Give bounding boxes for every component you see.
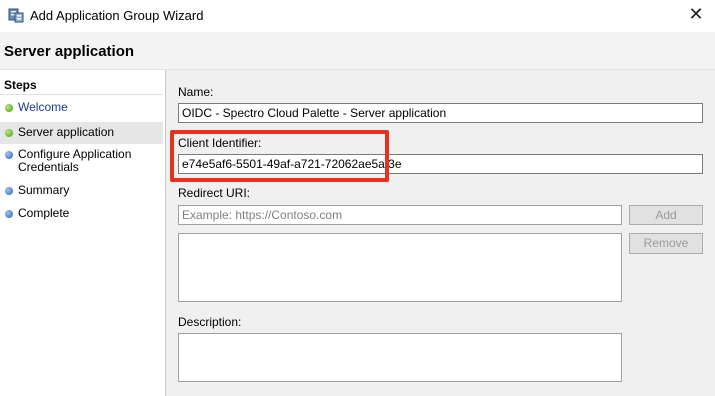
add-button[interactable]: Add (629, 205, 703, 225)
steps-title: Steps (4, 78, 37, 92)
step-complete: Complete (0, 207, 163, 223)
form-panel: Name: OIDC - Spectro Cloud Palette - Ser… (166, 70, 715, 396)
window-title: Add Application Group Wizard (30, 8, 204, 23)
step-pending-icon (5, 187, 13, 195)
step-welcome[interactable]: Welcome (0, 101, 163, 117)
step-pending-icon (5, 151, 13, 159)
close-icon: ✕ (688, 4, 704, 25)
steps-divider (0, 94, 163, 95)
step-label: Complete (18, 206, 70, 220)
redirect-uri-input[interactable]: Example: https://Contoso.com (178, 205, 622, 225)
step-server-application[interactable]: Server application (0, 122, 163, 144)
step-pending-icon (5, 210, 13, 218)
description-field[interactable] (178, 333, 622, 382)
application-group-icon (8, 8, 24, 23)
name-label: Name: (178, 85, 214, 99)
redirect-uri-list[interactable] (178, 233, 622, 302)
step-configure-application-credentials: Configure Application Credentials (0, 148, 163, 176)
step-label-line2: Credentials (18, 160, 79, 174)
page-title: Server application (4, 43, 135, 60)
title-bar: Add Application Group Wizard ✕ (0, 0, 715, 32)
close-button[interactable]: ✕ (684, 4, 708, 28)
step-summary: Summary (0, 184, 163, 200)
remove-button[interactable]: Remove (629, 233, 703, 254)
step-label: Server application (18, 125, 115, 139)
step-complete-icon (5, 129, 13, 137)
step-label: Welcome (18, 100, 68, 114)
redirect-uri-label: Redirect URI: (178, 186, 251, 200)
name-field[interactable]: OIDC - Spectro Cloud Palette - Server ap… (178, 103, 703, 123)
wizard-header: Server application (0, 32, 715, 70)
step-complete-icon (5, 104, 13, 112)
step-label: Summary (18, 183, 70, 197)
description-label: Description: (178, 315, 242, 329)
highlight-box (170, 130, 389, 182)
steps-sidebar: Steps Welcome Server application Configu… (0, 70, 166, 396)
